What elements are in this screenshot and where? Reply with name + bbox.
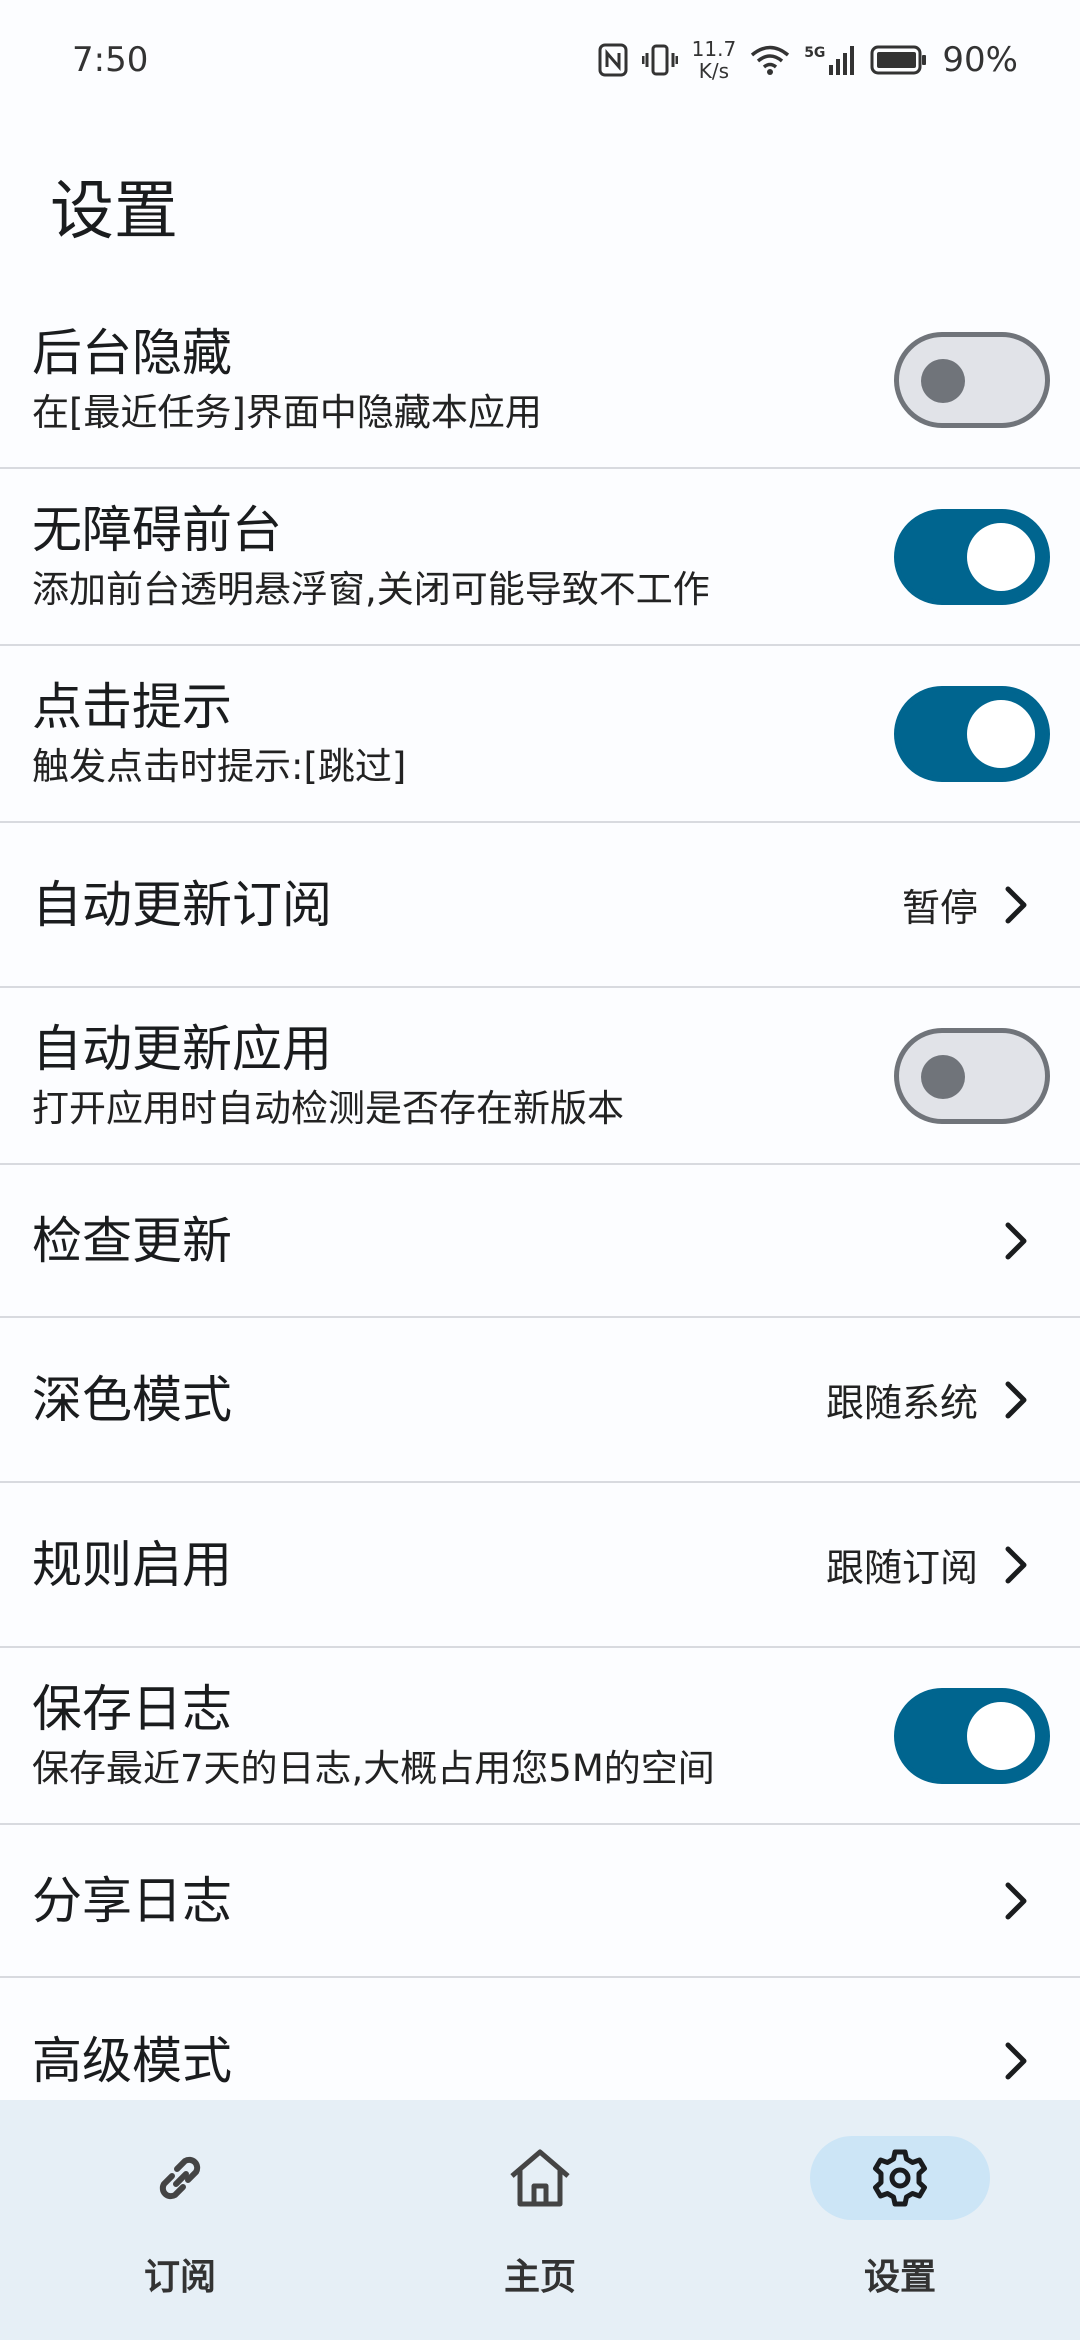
chevron-right-icon [996, 883, 1036, 927]
setting-title: 规则启用 [32, 1535, 232, 1594]
setting-desc: 添加前台透明悬浮窗,关闭可能导致不工作 [32, 567, 710, 611]
setting-value: 跟随系统 [825, 1381, 978, 1425]
page-title: 设置 [50, 175, 178, 249]
settings-list: 后台隐藏 在[最近任务]界面中隐藏本应用 无障碍前台 添加前台透明悬浮窗,关闭可… [0, 292, 1080, 2143]
setting-share-log[interactable]: 分享日志 [0, 1825, 1080, 1978]
signal-icon: 5G [804, 45, 856, 75]
background-hide-toggle[interactable] [894, 331, 1050, 428]
net-speed: 11.7 K/s [692, 38, 737, 82]
nav-label: 订阅 [143, 2257, 216, 2298]
net-speed-unit: K/s [698, 59, 730, 83]
status-bar: 7:50 11.7 K/s 5G 90% [0, 0, 1080, 120]
chevron-right-icon [996, 1543, 1036, 1587]
battery-percent: 90% [942, 40, 1018, 80]
status-icons: 11.7 K/s 5G 90% [598, 38, 1018, 82]
nav-item-settings[interactable]: 设置 [750, 2100, 1050, 2300]
network-type: 5G [804, 45, 826, 61]
bottom-nav: 订阅 主页 设置 [0, 2100, 1080, 2340]
click-hint-toggle[interactable] [894, 685, 1050, 782]
vibrate-icon [641, 43, 678, 77]
chevron-right-icon [996, 1219, 1036, 1263]
setting-title: 后台隐藏 [32, 323, 232, 382]
setting-title: 点击提示 [32, 677, 232, 736]
setting-desc: 触发点击时提示:[跳过] [32, 744, 407, 788]
setting-title: 深色模式 [32, 1370, 232, 1429]
setting-title: 分享日志 [32, 1871, 232, 1930]
setting-check-update[interactable]: 检查更新 [0, 1165, 1080, 1318]
wifi-icon [750, 44, 790, 76]
nav-item-subscription[interactable]: 订阅 [30, 2100, 330, 2300]
auto-update-app-toggle[interactable] [894, 1027, 1050, 1124]
nav-label: 设置 [863, 2257, 936, 2298]
setting-title: 自动更新订阅 [32, 875, 332, 934]
battery-icon [870, 45, 928, 75]
net-speed-value: 11.7 [691, 37, 737, 61]
setting-auto-update-app[interactable]: 自动更新应用 打开应用时自动检测是否存在新版本 [0, 988, 1080, 1165]
setting-rule-enable[interactable]: 规则启用 跟随订阅 [0, 1483, 1080, 1648]
chevron-right-icon [996, 1879, 1036, 1923]
nav-item-home[interactable]: 主页 [390, 2100, 690, 2300]
setting-desc: 在[最近任务]界面中隐藏本应用 [32, 390, 542, 434]
setting-auto-update-subscription[interactable]: 自动更新订阅 暂停 [0, 823, 1080, 988]
setting-click-hint[interactable]: 点击提示 触发点击时提示:[跳过] [0, 646, 1080, 823]
nav-label: 主页 [503, 2257, 576, 2298]
setting-dark-mode[interactable]: 深色模式 跟随系统 [0, 1318, 1080, 1483]
status-time: 7:50 [72, 40, 149, 80]
setting-value: 跟随订阅 [825, 1546, 978, 1590]
setting-desc: 保存最近7天的日志,大概占用您5M的空间 [32, 1746, 715, 1790]
chevron-right-icon [996, 1378, 1036, 1422]
home-icon [450, 2136, 630, 2220]
setting-title: 保存日志 [32, 1679, 232, 1738]
setting-save-log[interactable]: 保存日志 保存最近7天的日志,大概占用您5M的空间 [0, 1648, 1080, 1825]
gear-icon [810, 2136, 990, 2220]
setting-desc: 打开应用时自动检测是否存在新版本 [32, 1086, 624, 1130]
accessibility-foreground-toggle[interactable] [894, 508, 1050, 605]
setting-title: 高级模式 [32, 2031, 232, 2090]
save-log-toggle[interactable] [894, 1687, 1050, 1784]
setting-accessibility-foreground[interactable]: 无障碍前台 添加前台透明悬浮窗,关闭可能导致不工作 [0, 469, 1080, 646]
setting-title: 无障碍前台 [32, 500, 282, 559]
setting-title: 检查更新 [32, 1211, 232, 1270]
setting-value: 暂停 [901, 886, 978, 930]
link-icon [90, 2136, 270, 2220]
setting-background-hide[interactable]: 后台隐藏 在[最近任务]界面中隐藏本应用 [0, 292, 1080, 469]
nfc-icon [598, 43, 628, 77]
chevron-right-icon [996, 2039, 1036, 2083]
setting-title: 自动更新应用 [32, 1019, 332, 1078]
